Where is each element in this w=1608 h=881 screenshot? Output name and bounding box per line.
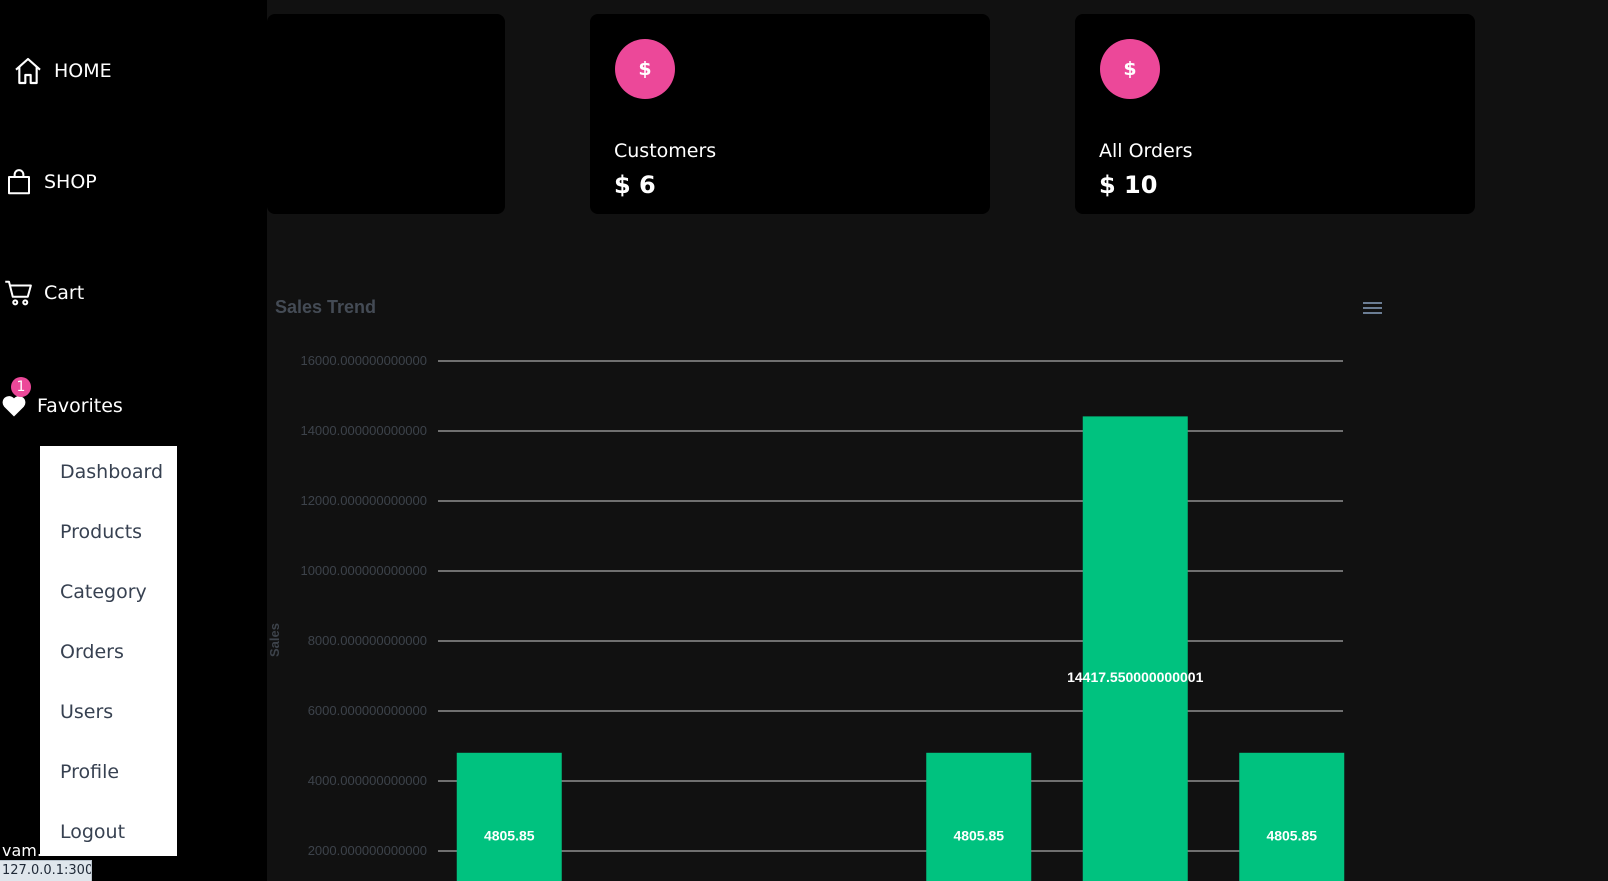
y-axis-label: Sales (267, 623, 282, 657)
bar (926, 752, 1032, 881)
y-tick-label: 2000.000000000000 (308, 843, 427, 858)
bar-data-label: 4805.85 (953, 828, 1004, 844)
bar-data-label: 4805.85 (484, 828, 535, 844)
y-tick-label: 4000.000000000000 (308, 773, 427, 788)
bar (1082, 416, 1188, 881)
y-tick-label: 12000.000000000000 (300, 493, 427, 508)
y-tick-label: 6000.000000000000 (308, 703, 427, 718)
bar-data-label: 14417.550000000001 (1067, 669, 1203, 685)
y-tick-label: 10000.000000000000 (300, 563, 427, 578)
bar (1239, 752, 1345, 881)
bar (456, 752, 562, 881)
bar-data-label: 4805.85 (1266, 828, 1317, 844)
sales-trend-chart: 16000.000000000000 14000.000000000000 1200… (267, 353, 1345, 881)
y-tick-label: 14000.000000000000 (300, 423, 427, 438)
y-tick-label: 8000.000000000000 (308, 633, 427, 648)
y-tick-label: 16000.000000000000 (300, 353, 427, 368)
